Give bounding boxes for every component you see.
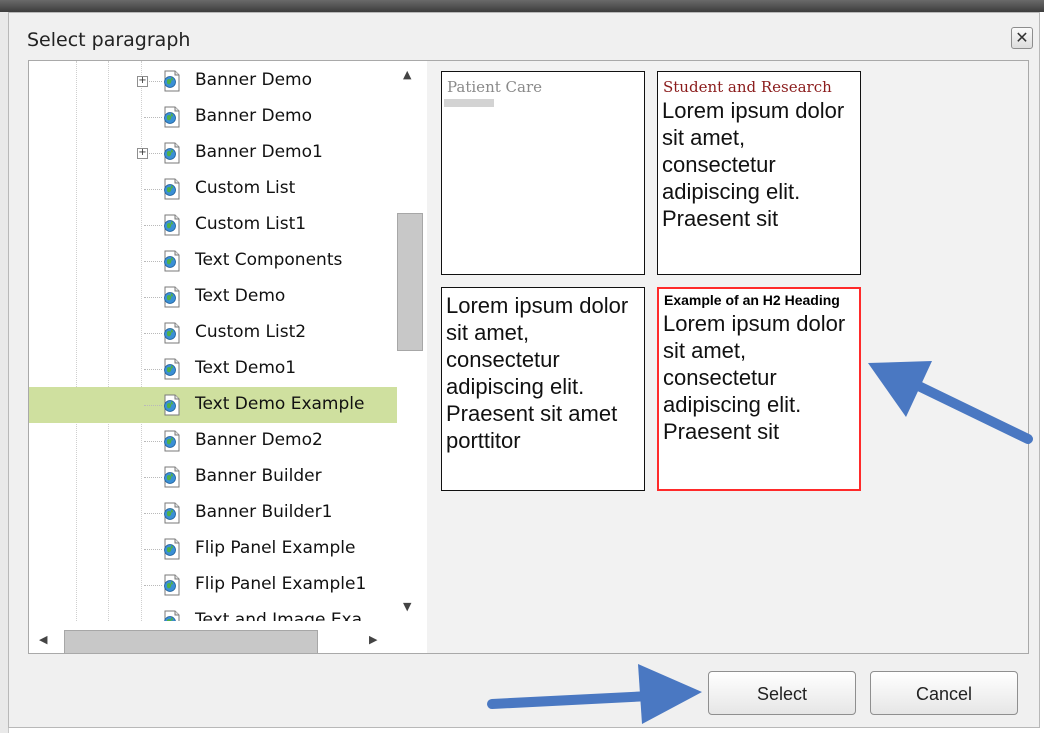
preview-body: Lorem ipsum dolor sit amet, consectetur … bbox=[663, 311, 846, 444]
tree-connector-line bbox=[144, 513, 162, 514]
scroll-right-arrow-icon[interactable]: ▶ bbox=[369, 634, 377, 646]
expand-plus-icon[interactable]: + bbox=[137, 76, 148, 87]
tree-connector-line bbox=[144, 117, 162, 118]
tree-item[interactable]: Banner Builder bbox=[29, 459, 399, 495]
page-globe-icon bbox=[164, 466, 180, 488]
close-icon[interactable]: ✕ bbox=[1011, 27, 1033, 49]
page-globe-icon bbox=[164, 394, 180, 416]
page-globe-icon bbox=[164, 538, 180, 560]
paragraph-tree-panel: + Banner Demo Banner Demo + Banner Demo1 Cust… bbox=[28, 60, 428, 654]
tree-connector-line bbox=[144, 405, 162, 406]
scroll-left-arrow-icon[interactable]: ◀ bbox=[39, 634, 47, 646]
tree-horizontal-scroll-thumb[interactable] bbox=[64, 630, 318, 653]
tree-connector-line bbox=[144, 225, 162, 226]
preview-tile-h2-heading[interactable]: Example of an H2 Heading Lorem ipsum dol… bbox=[657, 287, 861, 491]
preview-body: Lorem ipsum dolor sit amet, consectetur … bbox=[446, 293, 629, 453]
tree-connector-line bbox=[144, 333, 162, 334]
tree-item-label: Text Demo bbox=[195, 286, 286, 306]
callout-arrow-to-preview bbox=[868, 361, 1033, 444]
page-globe-icon bbox=[164, 322, 180, 344]
tree-item[interactable]: Text Components bbox=[29, 243, 399, 279]
tree-item-label: Banner Builder bbox=[195, 466, 322, 486]
scroll-down-arrow-icon[interactable]: ▼ bbox=[403, 601, 411, 613]
tree-item-label: Flip Panel Example bbox=[195, 538, 356, 558]
tree-connector-line bbox=[144, 585, 162, 586]
callout-arrow-to-select bbox=[487, 664, 702, 724]
tree-item-label: Banner Demo2 bbox=[195, 430, 323, 450]
tree-connector-line bbox=[144, 549, 162, 550]
tree-item[interactable]: Banner Demo2 bbox=[29, 423, 399, 459]
preview-heading: Student and Research bbox=[663, 78, 832, 96]
tree-connector-line bbox=[144, 297, 162, 298]
page-globe-icon bbox=[164, 502, 180, 524]
tree-item[interactable]: Text Demo1 bbox=[29, 351, 399, 387]
dialog-title: Select paragraph bbox=[27, 29, 191, 51]
tree-item[interactable]: Banner Builder1 bbox=[29, 495, 399, 531]
tree-item-label: Flip Panel Example1 bbox=[195, 574, 367, 594]
tree-connector-line bbox=[144, 261, 162, 262]
tree-item[interactable]: Banner Demo bbox=[29, 99, 399, 135]
tree-item-label: Banner Builder1 bbox=[195, 502, 333, 522]
page-globe-icon bbox=[164, 70, 180, 92]
callout-arrow-head bbox=[638, 664, 702, 724]
page-globe-icon bbox=[164, 250, 180, 272]
page-globe-icon bbox=[164, 142, 180, 164]
select-button[interactable]: Select bbox=[708, 671, 856, 715]
page-globe-icon bbox=[164, 214, 180, 236]
tree-item[interactable]: Custom List1 bbox=[29, 207, 399, 243]
cancel-button[interactable]: Cancel bbox=[870, 671, 1018, 715]
tree-item[interactable]: Custom List2 bbox=[29, 315, 399, 351]
tree-connector-line bbox=[144, 477, 162, 478]
tree-item-label: Text Demo1 bbox=[195, 358, 297, 378]
tree-item[interactable]: + Banner Demo bbox=[29, 63, 399, 99]
tree-item-label: Banner Demo bbox=[195, 70, 312, 90]
tree-item-label: Custom List1 bbox=[195, 214, 307, 234]
page-globe-icon bbox=[164, 178, 180, 200]
tree-item-label: Custom List2 bbox=[195, 322, 307, 342]
tree-item-label: Text Components bbox=[195, 250, 343, 270]
scroll-up-arrow-icon[interactable]: ▲ bbox=[403, 69, 411, 81]
tree-vertical-scroll-thumb[interactable] bbox=[397, 213, 423, 351]
preview-tile-lorem[interactable]: Lorem ipsum dolor sit amet, consectetur … bbox=[441, 287, 645, 491]
tree-connector-line bbox=[144, 369, 162, 370]
tree-item[interactable]: Flip Panel Example bbox=[29, 531, 399, 567]
tree-item-label: Text and Image Exa bbox=[195, 610, 363, 621]
tree-item-label: Custom List bbox=[195, 178, 296, 198]
tree-item[interactable]: Text and Image Exa bbox=[29, 603, 399, 621]
tree-item[interactable]: Text Demo bbox=[29, 279, 399, 315]
tree-item-label: Text Demo Example bbox=[195, 394, 365, 414]
preview-body: Lorem ipsum dolor sit amet, consectetur … bbox=[662, 98, 845, 231]
preview-placeholder-bar bbox=[444, 99, 494, 107]
tree-item-label: Banner Demo bbox=[195, 106, 312, 126]
preview-heading: Example of an H2 Heading bbox=[664, 292, 840, 308]
expand-plus-icon[interactable]: + bbox=[137, 148, 148, 159]
tree-item[interactable]: Custom List bbox=[29, 171, 399, 207]
tree-vertical-scrollbar[interactable]: ▲ ▼ bbox=[397, 61, 427, 621]
callout-arrow-shaft bbox=[487, 691, 655, 709]
page-globe-icon bbox=[164, 610, 180, 621]
page-globe-icon bbox=[164, 358, 180, 380]
tree-connector-line bbox=[144, 441, 162, 442]
tree-item[interactable]: + Banner Demo1 bbox=[29, 135, 399, 171]
background-app-bar bbox=[0, 0, 1044, 12]
preview-tile-patient-care[interactable]: Patient Care bbox=[441, 71, 645, 275]
tree-item[interactable]: Flip Panel Example1 bbox=[29, 567, 399, 603]
tree-item[interactable]: Text Demo Example bbox=[29, 387, 399, 423]
page-globe-icon bbox=[164, 286, 180, 308]
page-globe-icon bbox=[164, 106, 180, 128]
tree-connector-line bbox=[144, 189, 162, 190]
preview-heading: Patient Care bbox=[447, 78, 542, 96]
page-globe-icon bbox=[164, 430, 180, 452]
paragraph-tree: + Banner Demo Banner Demo + Banner Demo1 Cust… bbox=[29, 61, 399, 621]
tree-item-label: Banner Demo1 bbox=[195, 142, 323, 162]
preview-tile-student-research[interactable]: Student and Research Lorem ipsum dolor s… bbox=[657, 71, 861, 275]
page-globe-icon bbox=[164, 574, 180, 596]
tree-horizontal-scrollbar[interactable]: ◀ ▶ bbox=[29, 621, 397, 653]
